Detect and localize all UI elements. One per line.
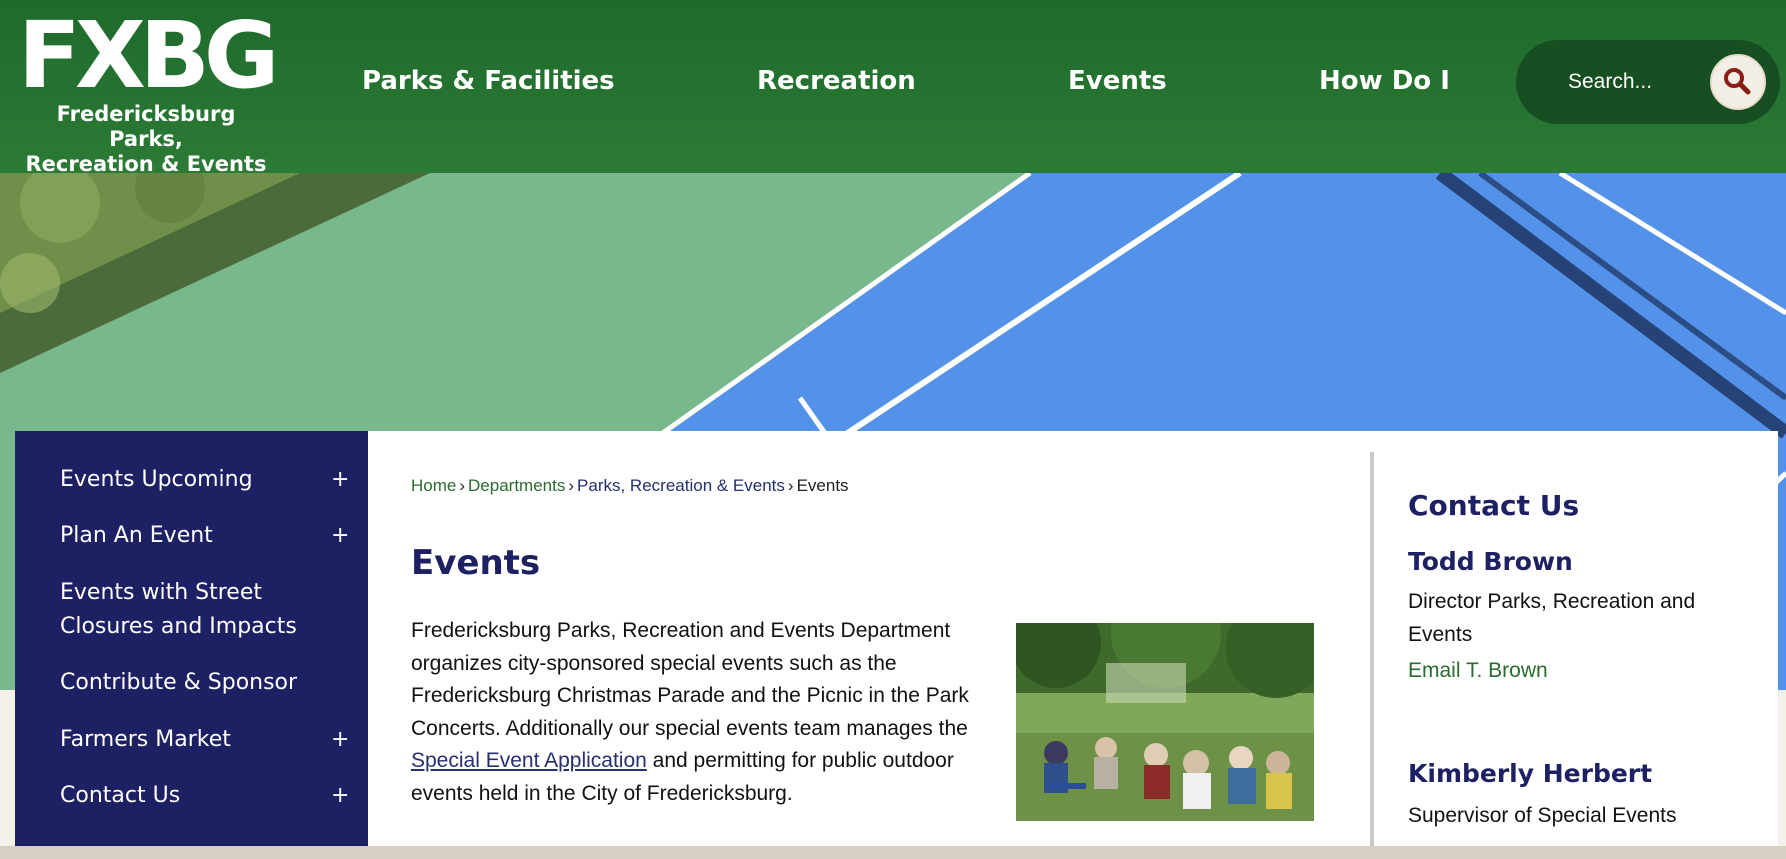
sidebar-item-contribute-sponsor[interactable]: Contribute & Sponsor: [60, 666, 320, 700]
sidebar-item-street-closures[interactable]: Events with Street Closures and Impacts: [60, 576, 320, 644]
page-title: Events: [411, 543, 541, 583]
search-icon: [1724, 68, 1751, 95]
breadcrumb-home[interactable]: Home: [411, 476, 456, 495]
site-logo[interactable]: FXBG Fredericksburg Parks, Recreation & …: [18, 2, 288, 177]
contact-panel: Contact Us Todd Brown Director Parks, Re…: [1374, 431, 1778, 859]
expand-icon[interactable]: +: [331, 523, 349, 548]
sidebar-nav: Events Upcoming + Plan An Event + Events…: [15, 431, 368, 859]
contact-title: Contact Us: [1408, 489, 1580, 522]
nav-events[interactable]: Events: [1068, 66, 1167, 96]
search-box: [1516, 40, 1780, 124]
sidebar-item-plan-an-event[interactable]: Plan An Event: [60, 519, 320, 553]
sidebar-item-farmers-market[interactable]: Farmers Market: [60, 723, 320, 757]
breadcrumb-parks[interactable]: Parks, Recreation & Events: [577, 476, 785, 495]
nav-parks-facilities[interactable]: Parks & Facilities: [362, 66, 615, 96]
breadcrumb-current: Events: [796, 476, 849, 495]
breadcrumb-separator: ›: [568, 476, 575, 495]
special-event-application-link[interactable]: Special Event Application: [411, 749, 647, 772]
event-photo: [1016, 623, 1314, 821]
nav-recreation[interactable]: Recreation: [757, 66, 916, 96]
logo-subtitle: Fredericksburg Parks, Recreation & Event…: [18, 102, 274, 177]
main-content: Home › Departments › Parks, Recreation & Eve…: [368, 431, 1378, 859]
breadcrumb: Home › Departments › Parks, Recreation & Eve…: [411, 476, 849, 496]
intro-text: Fredericksburg Parks, Recreation and Eve…: [411, 619, 969, 740]
intro-paragraph: Fredericksburg Parks, Recreation and Eve…: [411, 615, 1003, 810]
breadcrumb-departments[interactable]: Departments: [468, 476, 565, 495]
search-input[interactable]: [1568, 64, 1698, 100]
contact-role: Director Parks, Recreation and Events: [1408, 590, 1696, 646]
logo-mark: FXBG: [18, 2, 279, 109]
site-header: FXBG Fredericksburg Parks, Recreation & …: [0, 0, 1786, 177]
expand-icon[interactable]: +: [331, 467, 349, 492]
breadcrumb-separator: ›: [787, 476, 794, 495]
logo-subtitle-line1: Fredericksburg Parks,: [56, 102, 236, 151]
sidebar-item-events-upcoming[interactable]: Events Upcoming: [60, 463, 320, 497]
picnic-concert-photo: [1016, 623, 1314, 821]
nav-how-do-i[interactable]: How Do I: [1319, 66, 1450, 96]
expand-icon[interactable]: +: [331, 783, 349, 808]
search-button[interactable]: [1710, 54, 1766, 110]
breadcrumb-separator: ›: [459, 476, 466, 495]
taskbar-edge: [0, 846, 1786, 859]
contact-email-link[interactable]: Email T. Brown: [1408, 659, 1548, 683]
contact-role: Supervisor of Special Events: [1408, 804, 1677, 827]
contact-name: Kimberly Herbert: [1408, 759, 1653, 788]
contact-name: Todd Brown: [1408, 547, 1573, 576]
sidebar-item-contact-us[interactable]: Contact Us: [60, 779, 320, 813]
expand-icon[interactable]: +: [331, 727, 349, 752]
